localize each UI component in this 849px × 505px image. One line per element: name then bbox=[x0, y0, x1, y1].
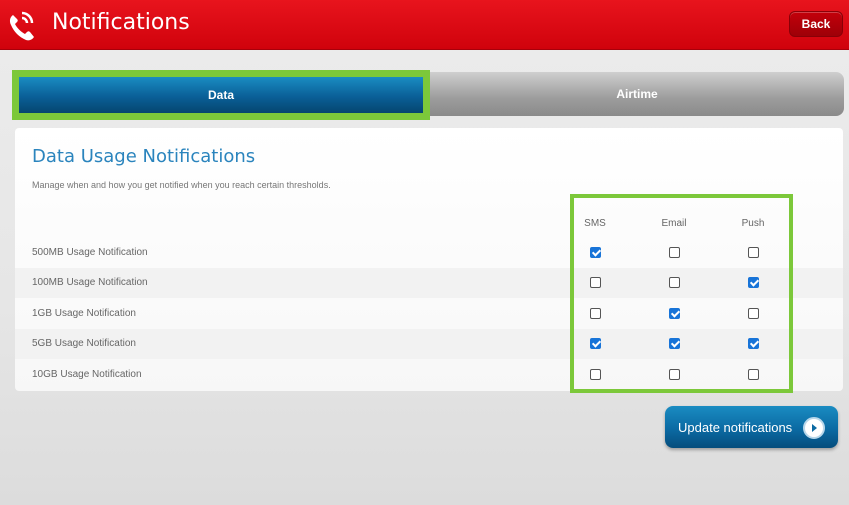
page-title: Notifications bbox=[52, 10, 190, 35]
push-checkbox[interactable] bbox=[748, 277, 759, 288]
sms-checkbox[interactable] bbox=[590, 338, 601, 349]
sms-checkbox[interactable] bbox=[590, 277, 601, 288]
notifications-panel: Data Usage Notifications Manage when and… bbox=[15, 128, 843, 391]
panel-title: Data Usage Notifications bbox=[32, 146, 256, 167]
email-checkbox[interactable] bbox=[669, 247, 680, 258]
phone-signal-icon bbox=[9, 11, 34, 41]
table-row: 1GB Usage Notification bbox=[15, 299, 843, 329]
row-label: 500MB Usage Notification bbox=[32, 247, 148, 258]
panel-description: Manage when and how you get notified whe… bbox=[32, 180, 331, 190]
push-checkbox[interactable] bbox=[748, 338, 759, 349]
top-bar: Notifications Back bbox=[0, 0, 849, 50]
arrow-right-icon bbox=[803, 417, 825, 439]
update-notifications-label: Update notifications bbox=[678, 420, 793, 435]
row-label: 5GB Usage Notification bbox=[32, 338, 136, 349]
sms-checkbox[interactable] bbox=[590, 247, 601, 258]
email-checkbox[interactable] bbox=[669, 277, 680, 288]
table-row: 100MB Usage Notification bbox=[15, 268, 843, 298]
push-checkbox[interactable] bbox=[748, 247, 759, 258]
email-checkbox[interactable] bbox=[669, 369, 680, 380]
back-button[interactable]: Back bbox=[789, 11, 843, 37]
tab-bar: Data Airtime bbox=[12, 70, 844, 120]
tab-data-label: Data bbox=[19, 77, 423, 113]
email-checkbox[interactable] bbox=[669, 308, 680, 319]
row-label: 100MB Usage Notification bbox=[32, 277, 148, 288]
tab-airtime[interactable]: Airtime bbox=[430, 72, 844, 116]
push-checkbox[interactable] bbox=[748, 308, 759, 319]
table-row: 10GB Usage Notification bbox=[15, 360, 843, 390]
update-notifications-button[interactable]: Update notifications bbox=[665, 406, 838, 448]
column-header-push: Push bbox=[741, 218, 765, 229]
tab-data[interactable]: Data bbox=[12, 70, 430, 120]
column-header-sms: SMS bbox=[584, 218, 606, 229]
row-label: 1GB Usage Notification bbox=[32, 308, 136, 319]
table-row: 5GB Usage Notification bbox=[15, 329, 843, 359]
email-checkbox[interactable] bbox=[669, 338, 680, 349]
push-checkbox[interactable] bbox=[748, 369, 759, 380]
sms-checkbox[interactable] bbox=[590, 308, 601, 319]
table-row: 500MB Usage Notification bbox=[15, 238, 843, 268]
sms-checkbox[interactable] bbox=[590, 369, 601, 380]
row-label: 10GB Usage Notification bbox=[32, 369, 142, 380]
column-header-email: Email bbox=[661, 218, 687, 229]
